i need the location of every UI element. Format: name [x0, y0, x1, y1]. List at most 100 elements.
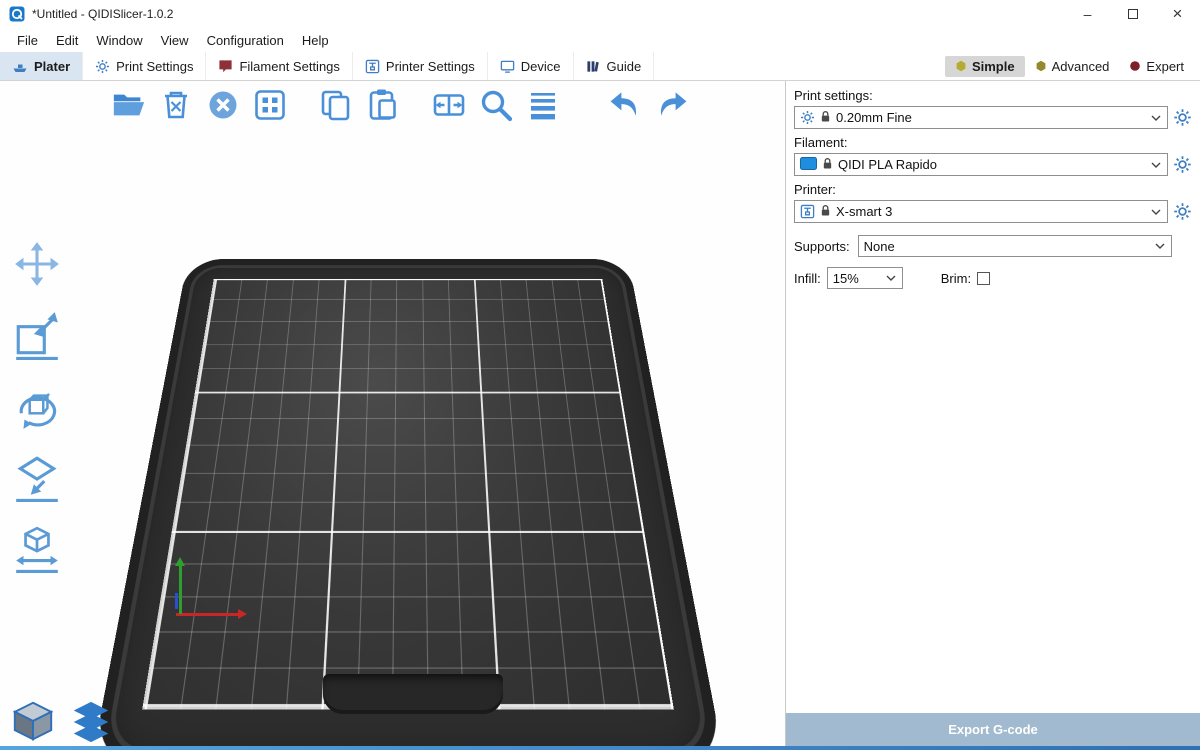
- delete-icon[interactable]: [157, 86, 195, 124]
- object-toolbar: [110, 86, 691, 124]
- scale-icon[interactable]: [12, 310, 62, 360]
- minimize-button[interactable]: –: [1065, 0, 1110, 28]
- print-settings-label: Print settings:: [794, 88, 1192, 103]
- rotate-icon[interactable]: [12, 381, 62, 431]
- 3d-view-icon[interactable]: [10, 698, 56, 744]
- maximize-button[interactable]: [1110, 0, 1155, 28]
- supports-label: Supports:: [794, 239, 850, 254]
- menu-edit[interactable]: Edit: [47, 31, 87, 50]
- split-icon[interactable]: [430, 86, 468, 124]
- undo-icon[interactable]: [606, 86, 644, 124]
- close-button[interactable]: ×: [1155, 0, 1200, 28]
- printer-combo[interactable]: X-smart 3: [794, 200, 1168, 223]
- search-icon[interactable]: [477, 86, 515, 124]
- filament-icon: [218, 59, 233, 74]
- simple-mode-icon: [955, 60, 967, 72]
- print-settings-combo[interactable]: 0.20mm Fine: [794, 106, 1168, 129]
- menu-window[interactable]: Window: [87, 31, 151, 50]
- tab-filament-settings[interactable]: Filament Settings: [206, 52, 352, 80]
- gear-icon: [95, 59, 110, 74]
- print-bed-handle: [323, 674, 503, 714]
- open-file-icon[interactable]: [110, 86, 148, 124]
- tab-label: Print Settings: [116, 59, 193, 74]
- mode-label: Expert: [1146, 59, 1184, 74]
- tab-label: Printer Settings: [386, 59, 475, 74]
- window-title: *Untitled - QIDISlicer-1.0.2: [32, 7, 1065, 21]
- printer-label: Printer:: [794, 182, 1192, 197]
- settings-sidebar: Print settings: 0.20mm Fine: [785, 81, 1200, 750]
- menubar: File Edit Window View Configuration Help: [0, 28, 1200, 52]
- mode-switcher: Simple Advanced Expert: [945, 52, 1200, 80]
- chevron-down-icon: [1155, 243, 1165, 249]
- tab-print-settings[interactable]: Print Settings: [83, 52, 206, 80]
- plater-icon: [12, 58, 28, 74]
- tabbar: Plater Print Settings Filament Settings …: [0, 52, 1200, 81]
- chevron-down-icon: [1151, 115, 1161, 121]
- printer-value: X-smart 3: [836, 204, 892, 219]
- tab-label: Guide: [607, 59, 642, 74]
- mode-simple[interactable]: Simple: [945, 56, 1025, 77]
- filament-color-swatch: [800, 157, 817, 173]
- mode-label: Simple: [972, 59, 1015, 74]
- filament-combo[interactable]: QIDI PLA Rapido: [794, 153, 1168, 176]
- guide-icon: [586, 59, 601, 74]
- tab-label: Device: [521, 59, 561, 74]
- chevron-down-icon: [1151, 209, 1161, 215]
- move-icon[interactable]: [12, 239, 62, 289]
- copy-icon[interactable]: [317, 86, 355, 124]
- lock-icon: [822, 157, 833, 173]
- infill-value: 15%: [833, 271, 859, 286]
- layers-view-icon[interactable]: [68, 698, 114, 744]
- x-axis-indicator: [176, 613, 238, 616]
- filament-value: QIDI PLA Rapido: [838, 157, 937, 172]
- print-bed-scene: [118, 177, 698, 750]
- mode-advanced[interactable]: Advanced: [1025, 56, 1120, 77]
- brim-label: Brim:: [941, 271, 971, 286]
- viewport-3d[interactable]: [0, 81, 785, 750]
- infill-label: Infill:: [794, 271, 821, 286]
- tab-device[interactable]: Device: [488, 52, 574, 80]
- edit-print-settings-button[interactable]: [1173, 108, 1192, 127]
- tab-guide[interactable]: Guide: [574, 52, 655, 80]
- printer-icon: [365, 59, 380, 74]
- arrange-icon[interactable]: [251, 86, 289, 124]
- place-on-face-icon[interactable]: [12, 452, 62, 502]
- printer-icon: [800, 204, 815, 219]
- tab-label: Filament Settings: [239, 59, 339, 74]
- tab-plater[interactable]: Plater: [0, 52, 83, 80]
- supports-combo[interactable]: None: [858, 235, 1172, 257]
- delete-all-icon[interactable]: [204, 86, 242, 124]
- manipulation-toolbar: [12, 239, 62, 573]
- menu-file[interactable]: File: [8, 31, 47, 50]
- y-axis-indicator: [179, 566, 182, 614]
- gear-icon: [800, 110, 815, 125]
- edit-filament-button[interactable]: [1173, 155, 1192, 174]
- maximize-icon: [1128, 9, 1138, 19]
- titlebar: *Untitled - QIDISlicer-1.0.2 – ×: [0, 0, 1200, 28]
- paste-icon[interactable]: [364, 86, 402, 124]
- app-window: *Untitled - QIDISlicer-1.0.2 – × File Ed…: [0, 0, 1200, 750]
- lock-icon: [820, 110, 831, 126]
- print-settings-value: 0.20mm Fine: [836, 110, 912, 125]
- supports-value: None: [864, 239, 895, 254]
- chevron-down-icon: [886, 275, 896, 281]
- mode-expert[interactable]: Expert: [1119, 56, 1194, 77]
- redo-icon[interactable]: [653, 86, 691, 124]
- window-controls: – ×: [1065, 0, 1200, 28]
- menu-view[interactable]: View: [152, 31, 198, 50]
- brim-checkbox[interactable]: [977, 272, 990, 285]
- variable-layer-height-icon[interactable]: [524, 86, 562, 124]
- edit-printer-button[interactable]: [1173, 202, 1192, 221]
- app-logo-icon: [9, 6, 25, 22]
- infill-combo[interactable]: 15%: [827, 267, 903, 289]
- menu-help[interactable]: Help: [293, 31, 338, 50]
- export-gcode-button[interactable]: Export G-code: [786, 713, 1200, 746]
- z-axis-indicator: [175, 593, 178, 609]
- tab-printer-settings[interactable]: Printer Settings: [353, 52, 488, 80]
- scale-width-icon[interactable]: [12, 523, 62, 573]
- mode-label: Advanced: [1052, 59, 1110, 74]
- filament-label: Filament:: [794, 135, 1192, 150]
- view-toolbar: [10, 698, 114, 744]
- lock-icon: [820, 204, 831, 220]
- menu-configuration[interactable]: Configuration: [198, 31, 293, 50]
